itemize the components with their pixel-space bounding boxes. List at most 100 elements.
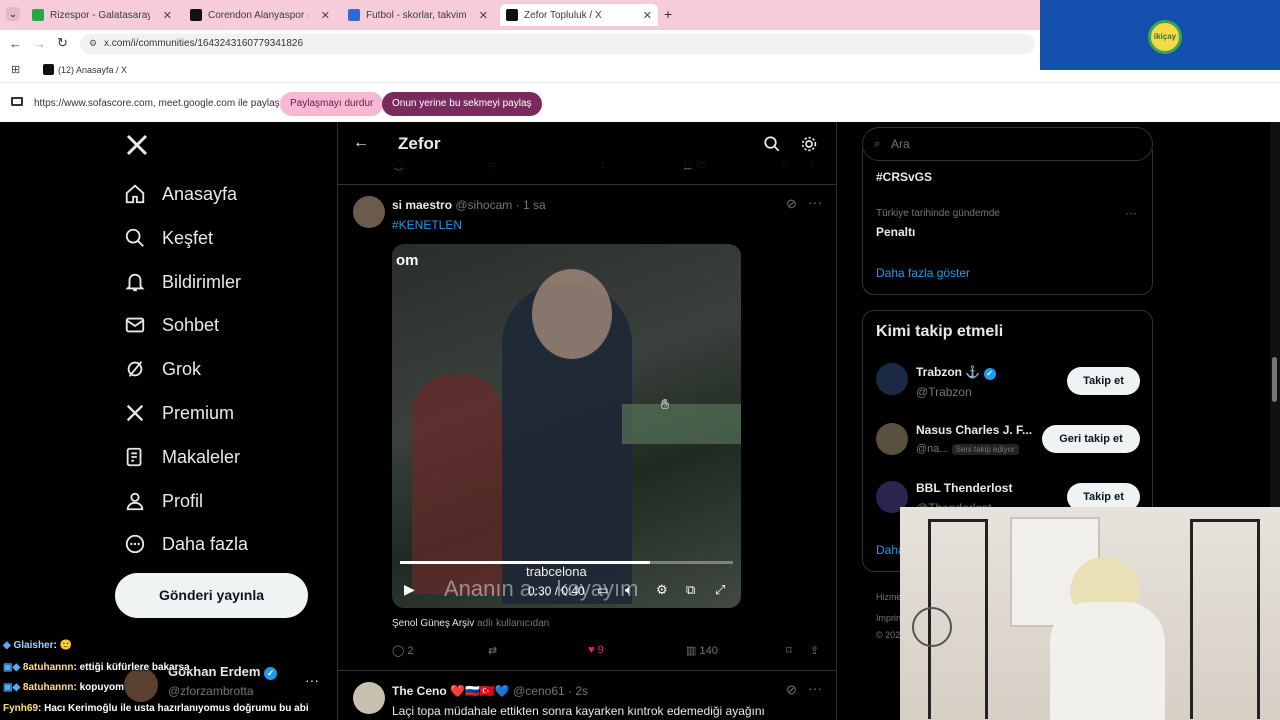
share-this-tab-button[interactable]: Onun yerine bu sekmeyi paylaş (382, 92, 542, 116)
bookmark-button[interactable]: ⌑ (786, 644, 792, 657)
home-icon (125, 184, 145, 204)
sofascore-favicon-icon (32, 9, 44, 21)
more-icon (125, 534, 145, 554)
grok-icon[interactable]: ⊘ (786, 196, 797, 212)
sidebar-item-label: Bildirimler (162, 271, 242, 292)
sidebar-item-profile[interactable]: Profil (124, 486, 203, 516)
volume-icon[interactable]: 🔈︎ (625, 582, 633, 598)
sidebar-item-grok[interactable]: Grok (124, 354, 201, 384)
tab-futbol[interactable]: Futbol - skorlar, takvim & e ✕ (342, 4, 494, 26)
chat-line: Fynh69: Hacı Kerimoğlu ile usta hazırlan… (3, 703, 309, 714)
video-progress-track[interactable] (400, 561, 733, 564)
video-player[interactable]: om Ananın a... koyayım trabcelona ▶ 0:30… (392, 244, 741, 608)
post-author-handle[interactable]: @ceno61 (513, 684, 565, 698)
pip-icon[interactable]: ⧉ (686, 582, 695, 598)
close-tab-icon[interactable]: ✕ (163, 9, 172, 22)
follow-name[interactable]: BBL Thenderlost (916, 481, 1012, 495)
search-icon[interactable] (763, 135, 781, 153)
post-avatar[interactable] (353, 196, 385, 228)
post-author-name[interactable]: The Ceno (392, 684, 447, 698)
reply-button[interactable]: ◯ 2 (392, 644, 414, 657)
follow-back-button[interactable]: Geri takip et (1042, 425, 1140, 453)
scrollbar-thumb[interactable] (1272, 357, 1277, 402)
play-icon[interactable]: ▶ (404, 581, 415, 598)
sidebar-item-home[interactable]: Anasayfa (124, 179, 237, 209)
site-info-icon[interactable]: ⚙ (89, 38, 97, 49)
follow-name[interactable]: Nasus Charles J. F... (916, 423, 1032, 437)
video-pitch (622, 404, 741, 444)
post-author-name[interactable]: si maestro (392, 198, 452, 212)
post-button[interactable]: Gönderi yayınla (115, 573, 308, 618)
repost-button[interactable]: ⇄ (488, 644, 497, 657)
address-bar-row: ← → ↻ x.com/i/communities/16432431607793… (0, 30, 1040, 58)
account-more-icon[interactable]: ··· (305, 672, 319, 688)
mouse-cursor-icon: ✋︎ (661, 396, 669, 412)
video-settings-icon[interactable]: ⚙ (656, 582, 668, 598)
post-actions: ◯ 2 ⇄ ♥ 9 ▥ 140 ⌑ ⇪ (392, 644, 832, 664)
reload-icon[interactable]: ↻ (57, 35, 68, 51)
sidebar-item-label: Profil (162, 490, 204, 511)
post-avatar[interactable] (353, 682, 385, 714)
footer-copyright: © 202 (876, 630, 901, 640)
tab-alanyaspor[interactable]: Corendon Alanyaspor 🌊🟠 (@ ✕ (184, 4, 336, 26)
post-author-handle[interactable]: @sihocam (455, 198, 512, 212)
fullscreen-icon[interactable]: ⤢ (715, 582, 725, 598)
tab-rizespor[interactable]: Rizespor - Galatasaray canlı skor ✕ (26, 4, 178, 26)
trend-item[interactable]: Penaltı (876, 225, 915, 239)
sidebar-item-articles[interactable]: Makaleler (124, 442, 240, 472)
new-tab-button[interactable]: + (664, 6, 672, 22)
screen-share-icon (11, 97, 23, 106)
x-icon (126, 404, 144, 422)
follow-avatar[interactable] (876, 423, 908, 455)
show-more-link[interactable]: Daha fazla göster (876, 266, 970, 280)
grok-icon[interactable]: ⊘ (786, 682, 797, 698)
bookmark-home[interactable]: (12) Anasayfa / X (58, 65, 127, 75)
share-status-text: https://www.sofascore.com, meet.google.c… (34, 98, 302, 109)
desk-fan (912, 607, 952, 647)
ikicay-logo: ikiçay (1148, 20, 1182, 54)
sidebar-item-messages[interactable]: Sohbet (124, 310, 219, 340)
video-source: Şenol Güneş Arşiv adlı kullanıcıdan (392, 618, 550, 629)
post-time[interactable]: 2s (575, 684, 588, 698)
stop-sharing-button[interactable]: Paylaşmayı durdur (280, 92, 384, 116)
browser-tabbar: ⌄ Rizespor - Galatasaray canlı skor ✕ Co… (0, 0, 1040, 30)
footer-link[interactable]: Imprin (876, 613, 901, 623)
forward-icon[interactable]: → (33, 36, 46, 51)
sidebar-item-explore[interactable]: Keşfet (124, 223, 213, 253)
follow-name[interactable]: Trabzon ⚓ ✓ (916, 365, 996, 380)
captions-icon[interactable]: ▭ (597, 583, 608, 597)
sidebar-item-notifications[interactable]: Bildirimler (124, 267, 241, 297)
timeline-column: ◯ ⇄ ♡ 1 ▥ 45 ⌑ ⇪ ← Zefor si maestro @sih… (337, 122, 837, 720)
tab-list-button[interactable]: ⌄ (6, 7, 20, 21)
views-button[interactable]: ▥ 140 (686, 644, 718, 657)
sidebar-item-more[interactable]: Daha fazla (124, 529, 248, 559)
post-time[interactable]: 1 sa (523, 198, 546, 212)
account-avatar[interactable] (124, 668, 158, 702)
footer-link[interactable]: Hizme (876, 592, 902, 602)
share-button[interactable]: ⇪ (810, 644, 819, 657)
settings-gear-icon[interactable] (800, 135, 818, 153)
close-tab-icon[interactable]: ✕ (643, 9, 652, 22)
tab-zefor[interactable]: Zefor Topluluk / X ✕ (500, 4, 658, 26)
apps-grid-icon[interactable]: ⊞ (11, 63, 20, 76)
trend-item[interactable]: #CRSvGS (876, 170, 932, 184)
back-icon[interactable]: ← (9, 36, 22, 51)
x-logo-icon[interactable] (125, 133, 149, 157)
follow-button[interactable]: Takip et (1067, 367, 1140, 395)
follow-avatar[interactable] (876, 363, 908, 395)
divider (338, 184, 836, 185)
community-header: ← Zefor (338, 122, 836, 168)
back-arrow-icon[interactable]: ← (353, 134, 369, 152)
video-source-name[interactable]: Şenol Güneş Arşiv (392, 618, 474, 629)
url-field[interactable]: x.com/i/communities/1643243160779341826 (80, 34, 1035, 54)
post-more-icon[interactable]: ··· (808, 680, 822, 696)
close-tab-icon[interactable]: ✕ (321, 9, 330, 22)
post-text: Laçi topa müdahale ettikten sonra kayark… (392, 704, 765, 718)
post-more-icon[interactable]: ··· (808, 194, 822, 210)
trend-more-icon[interactable]: ··· (1125, 206, 1137, 220)
post-hashtag[interactable]: #KENETLEN (392, 218, 462, 232)
chat-line: ▣◆ 8atuhannn: kopuyom (3, 682, 125, 693)
close-tab-icon[interactable]: ✕ (479, 9, 488, 22)
sidebar-item-premium[interactable]: Premium (124, 398, 234, 428)
like-button[interactable]: ♥ 9 (588, 644, 604, 656)
